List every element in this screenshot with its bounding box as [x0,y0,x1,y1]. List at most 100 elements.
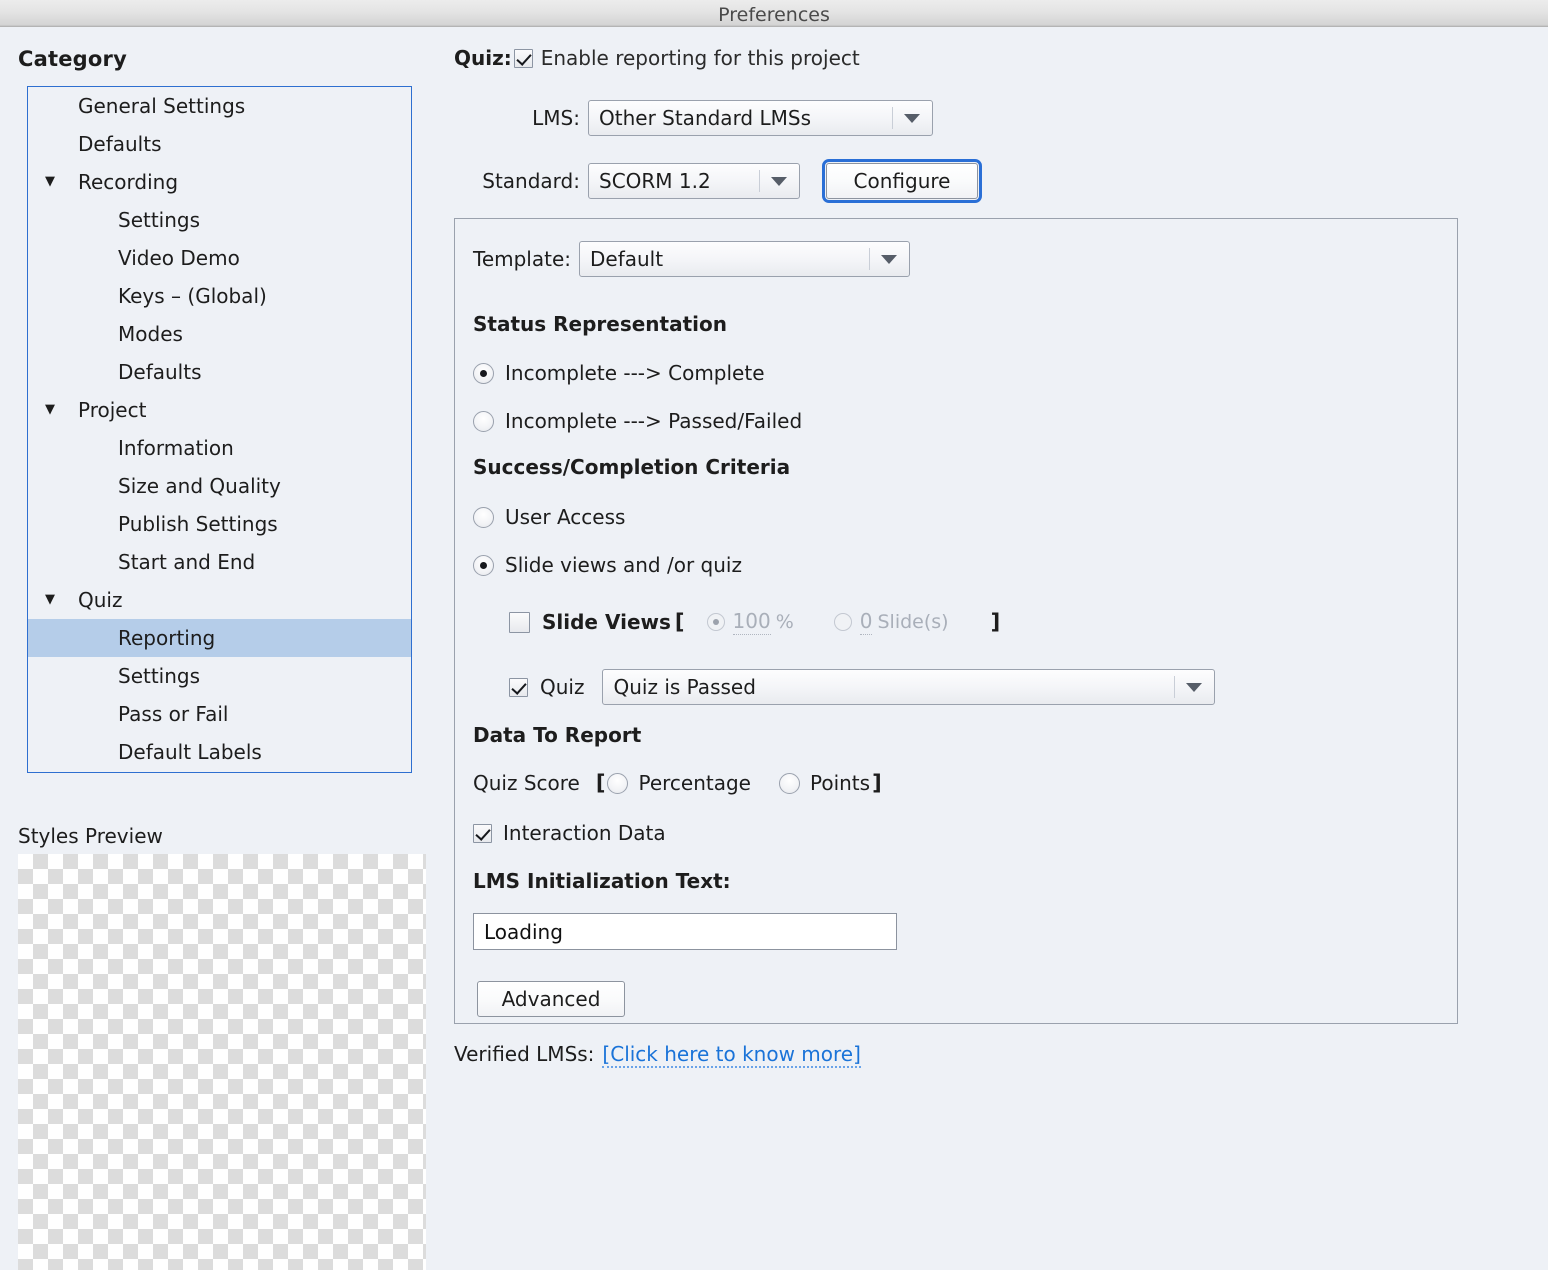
sidebar-item-label: Publish Settings [118,512,278,536]
sidebar-item-label: General Settings [78,94,246,118]
sidebar-item-label: Video Demo [118,246,240,270]
slide-views-slides-value[interactable]: 0 [859,609,873,635]
category-tree[interactable]: General Settings Defaults ▼ Recording Settin… [27,86,412,773]
configure-button[interactable]: Configure [822,159,982,203]
enable-reporting-checkbox[interactable] [513,48,533,68]
advanced-button[interactable]: Advanced [477,981,625,1017]
interaction-data-checkbox[interactable] [473,823,492,843]
sidebar-item-label: Defaults [78,132,162,156]
sidebar-item-keys-global[interactable]: Keys – (Global) [28,277,411,315]
slide-views-label: Slide Views [542,610,671,634]
slide-views-percent-unit: % [775,611,794,633]
status-option-complete-label: Incomplete ---> Complete [505,361,765,385]
sidebar-item-reporting[interactable]: Reporting [28,619,411,657]
lms-init-input[interactable]: Loading [473,913,897,950]
slide-views-row: Slide Views [ 100 % 0 Slide(s) ] [509,609,1000,635]
sidebar-item-information[interactable]: Information [28,429,411,467]
lms-label: LMS: [532,106,580,130]
criteria-slide-views-label: Slide views and /or quiz [505,553,742,577]
sidebar-item-size-and-quality[interactable]: Size and Quality [28,467,411,505]
interaction-data-label: Interaction Data [503,821,666,845]
quiz-score-points-radio[interactable] [778,772,800,794]
sidebar-item-settings[interactable]: Settings [28,201,411,239]
standard-select[interactable]: SCORM 1.2 [588,163,800,199]
status-representation-heading: Status Representation [473,312,727,336]
quiz-condition-row: Quiz Quiz is Passed [509,669,1216,705]
lms-select-value: Other Standard LMSs [599,106,812,130]
quiz-condition-checkbox[interactable] [509,677,528,697]
chevron-down-icon[interactable]: ▼ [42,391,58,429]
sidebar-item-label: Keys – (Global) [118,284,267,308]
slide-views-slides-radio[interactable] [833,613,852,631]
sidebar-item-modes[interactable]: Modes [28,315,411,353]
standard-row: Standard: SCORM 1.2 Configure [454,159,982,203]
slide-views-slides-unit: Slide(s) [877,611,949,633]
interaction-data-row[interactable]: Interaction Data [473,821,666,845]
sidebar-item-recording[interactable]: ▼ Recording [28,163,411,201]
sidebar-item-project[interactable]: ▼ Project [28,391,411,429]
lms-init-input-value: Loading [484,919,563,944]
criteria-user-access-radio[interactable] [473,506,494,528]
enable-reporting-row: Quiz: Enable reporting for this project [454,46,860,70]
sidebar-item-label: Settings [118,208,201,232]
status-option-passed-failed-radio[interactable] [473,410,494,432]
criteria-option-user-access[interactable]: User Access [473,505,625,529]
window-titlebar: Preferences [0,0,1548,27]
slide-views-checkbox[interactable] [509,611,530,633]
reporting-settings-pane: Quiz: Enable reporting for this project … [430,28,1548,1270]
sidebar-item-label: Settings [118,664,201,688]
sidebar-item-label: Modes [118,322,183,346]
sidebar-item-video-demo[interactable]: Video Demo [28,239,411,277]
data-to-report-heading: Data To Report [473,723,642,747]
sidebar-item-quiz[interactable]: ▼ Quiz [28,581,411,619]
lms-select[interactable]: Other Standard LMSs [588,100,933,136]
sidebar-item-publish-settings[interactable]: Publish Settings [28,505,411,543]
sidebar-item-default-labels[interactable]: Default Labels [28,733,411,771]
verified-lms-row: Verified LMSs: [Click here to know more] [454,1042,861,1068]
template-label: Template: [473,247,571,271]
template-select-value: Default [590,247,664,271]
sidebar-item-start-and-end[interactable]: Start and End [28,543,411,581]
slide-views-percent-radio[interactable] [706,613,725,631]
template-row: Template: Default [473,241,910,277]
sidebar-item-defaults[interactable]: Defaults [28,125,411,163]
chevron-down-icon [1174,670,1208,704]
sidebar-item-label: Defaults [118,360,202,384]
chevron-down-icon [759,164,793,198]
sidebar-item-label: Pass or Fail [118,702,229,726]
criteria-slide-views-radio[interactable] [473,554,494,576]
verified-lms-label: Verified LMSs: [454,1042,595,1066]
standard-label: Standard: [482,169,580,193]
slide-views-percent-value[interactable]: 100 [732,609,771,635]
quiz-prefix-label: Quiz: [454,46,512,70]
advanced-button-label: Advanced [501,987,601,1011]
status-option-complete[interactable]: Incomplete ---> Complete [473,361,765,385]
criteria-option-slide-views[interactable]: Slide views and /or quiz [473,553,742,577]
chevron-down-icon[interactable]: ▼ [42,163,58,201]
template-select[interactable]: Default [579,241,910,277]
quiz-condition-label: Quiz [540,675,585,699]
chevron-down-icon[interactable]: ▼ [42,581,58,619]
verified-lms-link[interactable]: [Click here to know more] [602,1042,861,1068]
quiz-condition-select[interactable]: Quiz is Passed [602,669,1216,705]
sidebar-item-settings[interactable]: Settings [28,657,411,695]
slide-views-bracket-close: ] [990,610,1001,634]
enable-reporting-label: Enable reporting for this project [540,46,860,70]
status-option-passed-failed-label: Incomplete ---> Passed/Failed [505,409,803,433]
chevron-down-icon [869,242,903,276]
sidebar-item-pass-or-fail[interactable]: Pass or Fail [28,695,411,733]
status-option-complete-radio[interactable] [473,362,494,384]
styles-preview-heading: Styles Preview [18,824,163,848]
sidebar-item-label: Start and End [118,550,256,574]
quiz-score-label: Quiz Score [473,771,580,795]
category-sidebar: Category General Settings Defaults ▼ Record… [0,28,430,1270]
reporting-options-group: Template: Default Status Representation … [454,218,1458,1024]
quiz-score-bracket-open: [ [595,771,606,795]
category-heading: Category [18,47,127,71]
slide-views-bracket-open: [ [674,610,685,634]
sidebar-item-label: Reporting [118,626,216,650]
quiz-score-percentage-radio[interactable] [607,772,629,794]
sidebar-item-general-settings[interactable]: General Settings [28,87,411,125]
status-option-passed-failed[interactable]: Incomplete ---> Passed/Failed [473,409,802,433]
sidebar-item-defaults[interactable]: Defaults [28,353,411,391]
